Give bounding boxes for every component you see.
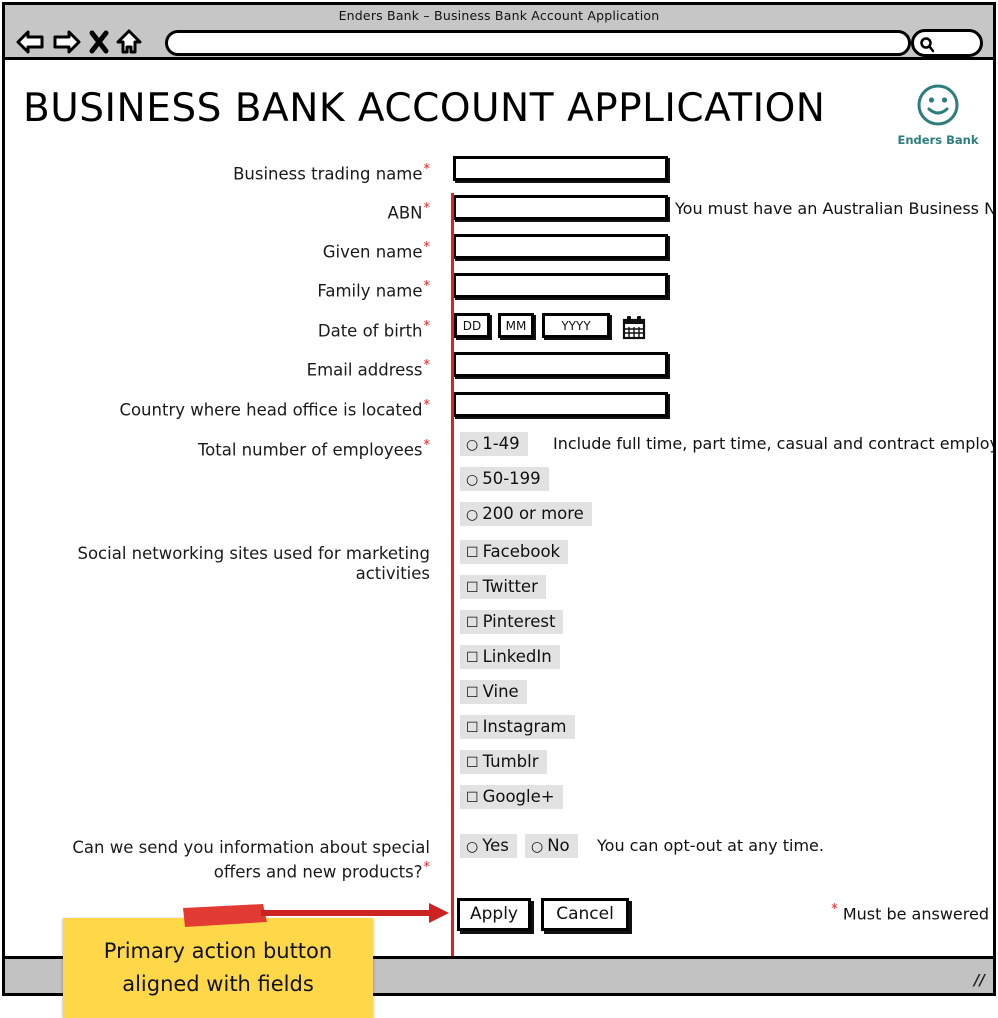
head-office-country-input[interactable] xyxy=(453,392,668,417)
calendar-icon[interactable] xyxy=(622,315,646,345)
browser-toolbar xyxy=(5,27,993,61)
radio-circle-icon: ○ xyxy=(531,839,544,855)
home-icon[interactable] xyxy=(116,28,142,56)
back-arrow-icon[interactable] xyxy=(15,29,45,55)
required-marker: * xyxy=(423,860,431,875)
dob-day-input[interactable]: DD xyxy=(454,313,490,338)
checkbox-facebook[interactable]: ☐ Facebook xyxy=(460,540,569,564)
radio-employees-200-or-more[interactable]: ○ 200 or more xyxy=(460,502,592,526)
checkbox-square-icon: ☐ xyxy=(466,720,479,736)
browser-window-chrome: Enders Bank – Business Bank Account Appl… xyxy=(2,2,996,60)
search-icon xyxy=(920,37,935,53)
marketing-optin-help-text: You can opt-out at any time. xyxy=(597,836,824,855)
social-sites-label: Social networking sites used for marketi… xyxy=(77,544,430,583)
dob-month-input[interactable]: MM xyxy=(498,313,534,338)
url-input[interactable] xyxy=(165,30,911,56)
checkbox-square-icon: ☐ xyxy=(466,650,479,666)
given-name-input[interactable] xyxy=(453,234,668,259)
page-content: BUSINESS BANK ACCOUNT APPLICATION Enders… xyxy=(2,60,996,956)
required-footnote: * Must be answered xyxy=(831,902,989,924)
email-address-label: Email address* xyxy=(306,358,431,380)
radio-circle-icon: ○ xyxy=(466,472,479,488)
radio-circle-icon: ○ xyxy=(466,839,479,855)
required-marker: * xyxy=(423,319,431,334)
family-name-label: Family name* xyxy=(317,279,431,301)
abn-label: ABN* xyxy=(387,201,431,223)
resize-grip-icon[interactable]: // xyxy=(974,971,985,989)
checkbox-instagram[interactable]: ☐ Instagram xyxy=(460,715,575,739)
head-office-country-label: Country where head office is located* xyxy=(119,398,431,420)
annotation-arrow-icon xyxy=(175,898,455,940)
annotation-text: Primary action button aligned with fields xyxy=(103,939,333,996)
checkbox-square-icon: ☐ xyxy=(466,755,479,771)
forward-arrow-icon[interactable] xyxy=(52,29,82,55)
smiley-face-logo-icon xyxy=(915,84,961,132)
checkbox-linkedin[interactable]: ☐ LinkedIn xyxy=(460,645,560,669)
required-marker: * xyxy=(423,240,431,255)
alignment-guide-line xyxy=(451,193,454,956)
required-marker: * xyxy=(423,358,431,373)
required-marker: * xyxy=(423,279,431,294)
radio-circle-icon: ○ xyxy=(466,437,479,453)
abn-input[interactable] xyxy=(453,195,668,220)
business-trading-name-input[interactable] xyxy=(453,156,668,181)
checkbox-google-plus[interactable]: ☐ Google+ xyxy=(460,785,563,809)
brand-name: Enders Bank xyxy=(897,133,979,147)
employees-help-text: Include full time, part time, casual and… xyxy=(553,434,996,453)
employees-label: Total number of employees* xyxy=(197,438,431,460)
radio-employees-1-49[interactable]: ○ 1-49 xyxy=(460,432,528,456)
brand-logo: Enders Bank xyxy=(895,82,981,147)
app-root: Enders Bank – Business Bank Account Appl… xyxy=(0,0,998,1018)
dob-year-input[interactable]: YYYY xyxy=(542,313,610,338)
radio-employees-50-199[interactable]: ○ 50-199 xyxy=(460,467,549,491)
search-input[interactable] xyxy=(911,29,983,57)
business-trading-name-label: Business trading name* xyxy=(233,162,431,184)
date-of-birth-label: Date of birth* xyxy=(317,319,431,341)
radio-marketing-yes[interactable]: ○ Yes xyxy=(460,834,517,858)
checkbox-square-icon: ☐ xyxy=(466,685,479,701)
checkbox-square-icon: ☐ xyxy=(466,580,479,596)
checkbox-vine[interactable]: ☐ Vine xyxy=(460,680,527,704)
marketing-optin-label: Can we send you information about specia… xyxy=(72,838,431,882)
checkbox-square-icon: ☐ xyxy=(466,545,479,561)
family-name-input[interactable] xyxy=(453,273,668,298)
required-marker: * xyxy=(423,201,431,216)
email-address-input[interactable] xyxy=(453,352,668,377)
page-title: BUSINESS BANK ACCOUNT APPLICATION xyxy=(23,86,826,131)
checkbox-square-icon: ☐ xyxy=(466,790,479,806)
checkbox-square-icon: ☐ xyxy=(466,615,479,631)
checkbox-pinterest[interactable]: ☐ Pinterest xyxy=(460,610,564,634)
cancel-button[interactable]: Cancel xyxy=(541,898,629,931)
apply-button[interactable]: Apply xyxy=(457,898,531,931)
required-marker: * xyxy=(423,398,431,413)
stop-x-icon[interactable] xyxy=(89,29,109,55)
abn-help-text: You must have an Australian Business N xyxy=(675,199,996,218)
checkbox-tumblr[interactable]: ☐ Tumblr xyxy=(460,750,547,774)
window-title: Enders Bank – Business Bank Account Appl… xyxy=(338,8,660,23)
required-marker: * xyxy=(423,438,431,453)
given-name-label: Given name* xyxy=(322,240,431,262)
radio-marketing-no[interactable]: ○ No xyxy=(525,834,578,858)
required-marker: * xyxy=(423,162,431,177)
radio-circle-icon: ○ xyxy=(466,507,479,523)
checkbox-twitter[interactable]: ☐ Twitter xyxy=(460,575,546,599)
